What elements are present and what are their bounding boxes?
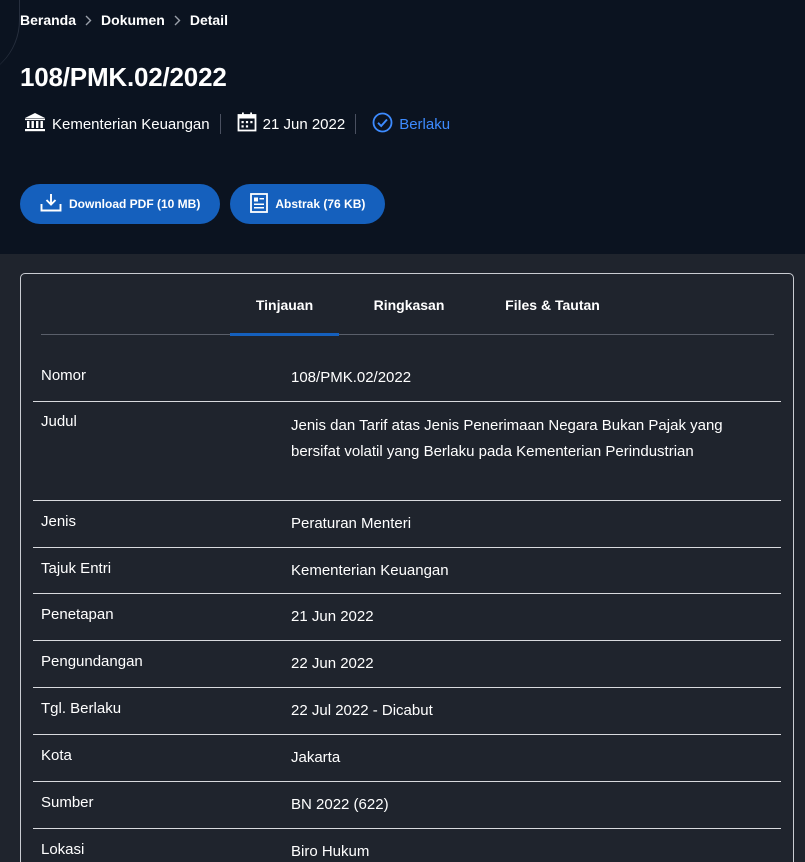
row-value-judul: Jenis dan Tarif atas Jenis Penerimaan Ne…	[291, 417, 723, 460]
abstract-label: Abstrak (76 KB)	[275, 197, 366, 211]
download-pdf-label: Download PDF (10 MB)	[69, 197, 201, 211]
institution-text: Kementerian Keuangan	[52, 115, 210, 133]
row-label-tajuk-entri: Tajuk Entri	[41, 560, 112, 577]
detail-table: Nomor 108/PMK.02/2022 Judul Jenis dan Ta…	[33, 355, 781, 862]
table-row: Jenis Peraturan Menteri	[33, 501, 781, 548]
meta-divider	[355, 114, 357, 134]
calendar-icon	[237, 112, 263, 136]
breadcrumb-dokumen[interactable]: Dokumen	[101, 12, 165, 28]
meta-institution: Kementerian Keuangan	[24, 112, 210, 136]
check-circle-icon	[372, 112, 399, 137]
row-value-lokasi: Biro Hukum	[291, 843, 370, 860]
download-icon	[40, 193, 69, 215]
tab-bar: Tinjauan Ringkasan Files & Tautan	[41, 274, 774, 336]
table-row: Pengundangan 22 Jun 2022	[33, 641, 781, 688]
table-row: Tajuk Entri Kementerian Keuangan	[33, 548, 781, 594]
abstract-button[interactable]: Abstrak (76 KB)	[230, 184, 386, 224]
row-value-sumber: BN 2022 (622)	[291, 796, 389, 813]
chevron-right-icon	[85, 15, 92, 26]
meta-status: Berlaku	[372, 112, 450, 137]
document-icon	[250, 192, 275, 216]
table-row: Nomor 108/PMK.02/2022	[33, 355, 781, 402]
meta-divider	[219, 114, 221, 134]
row-label-judul: Judul	[41, 413, 77, 430]
document-detail-card: Tinjauan Ringkasan Files & Tautan Nomor …	[20, 273, 794, 862]
row-value-kota: Jakarta	[291, 749, 341, 766]
tab-files-tautan[interactable]: Files & Tautan	[482, 274, 623, 335]
download-pdf-button[interactable]: Download PDF (10 MB)	[20, 184, 221, 224]
row-value-pengundangan: 22 Jun 2022	[291, 655, 374, 672]
row-value-jenis: Peraturan Menteri	[291, 515, 412, 532]
status-text: Berlaku	[399, 115, 451, 133]
table-row: Sumber BN 2022 (622)	[33, 782, 781, 829]
row-value-nomor: 108/PMK.02/2022	[291, 369, 412, 386]
breadcrumb: Beranda Dokumen Detail	[20, 11, 228, 29]
row-label-kota: Kota	[41, 747, 72, 764]
tab-ringkasan[interactable]: Ringkasan	[356, 274, 462, 335]
table-row: Tgl. Berlaku 22 Jul 2022 - Dicabut	[33, 688, 781, 735]
tab-tinjauan[interactable]: Tinjauan	[230, 274, 339, 336]
table-row: Judul Jenis dan Tarif atas Jenis Penerim…	[33, 402, 781, 501]
breadcrumb-beranda[interactable]: Beranda	[20, 12, 76, 28]
date-text: 21 Jun 2022	[262, 115, 346, 133]
table-row: Kota Jakarta	[33, 735, 781, 782]
page-header: Beranda Dokumen Detail 108/PMK.02/2022 K…	[0, 0, 805, 254]
chevron-right-icon	[174, 15, 181, 26]
row-label-nomor: Nomor	[41, 367, 87, 384]
page-title: 108/PMK.02/2022	[20, 62, 227, 92]
document-meta: Kementerian Keuangan 21 Jun 2022 Berlaku	[24, 112, 450, 136]
row-value-tgl-berlaku: 22 Jul 2022 - Dicabut	[291, 702, 433, 719]
row-value-penetapan: 21 Jun 2022	[291, 608, 374, 625]
action-buttons: Download PDF (10 MB) Abstrak (76 KB)	[20, 184, 395, 224]
decorative-curve	[0, 0, 20, 80]
row-label-sumber: Sumber	[41, 794, 94, 811]
meta-date: 21 Jun 2022	[237, 112, 346, 136]
row-label-penetapan: Penetapan	[41, 606, 114, 623]
row-value-tajuk-entri: Kementerian Keuangan	[291, 562, 449, 579]
table-row: Penetapan 21 Jun 2022	[33, 594, 781, 641]
breadcrumb-detail: Detail	[189, 12, 228, 28]
row-label-lokasi: Lokasi	[41, 841, 85, 858]
row-label-jenis: Jenis	[41, 513, 77, 530]
bank-icon	[24, 112, 52, 136]
row-label-tgl-berlaku: Tgl. Berlaku	[41, 700, 122, 717]
row-label-pengundangan: Pengundangan	[41, 653, 143, 670]
table-row: Lokasi Biro Hukum	[33, 829, 781, 862]
